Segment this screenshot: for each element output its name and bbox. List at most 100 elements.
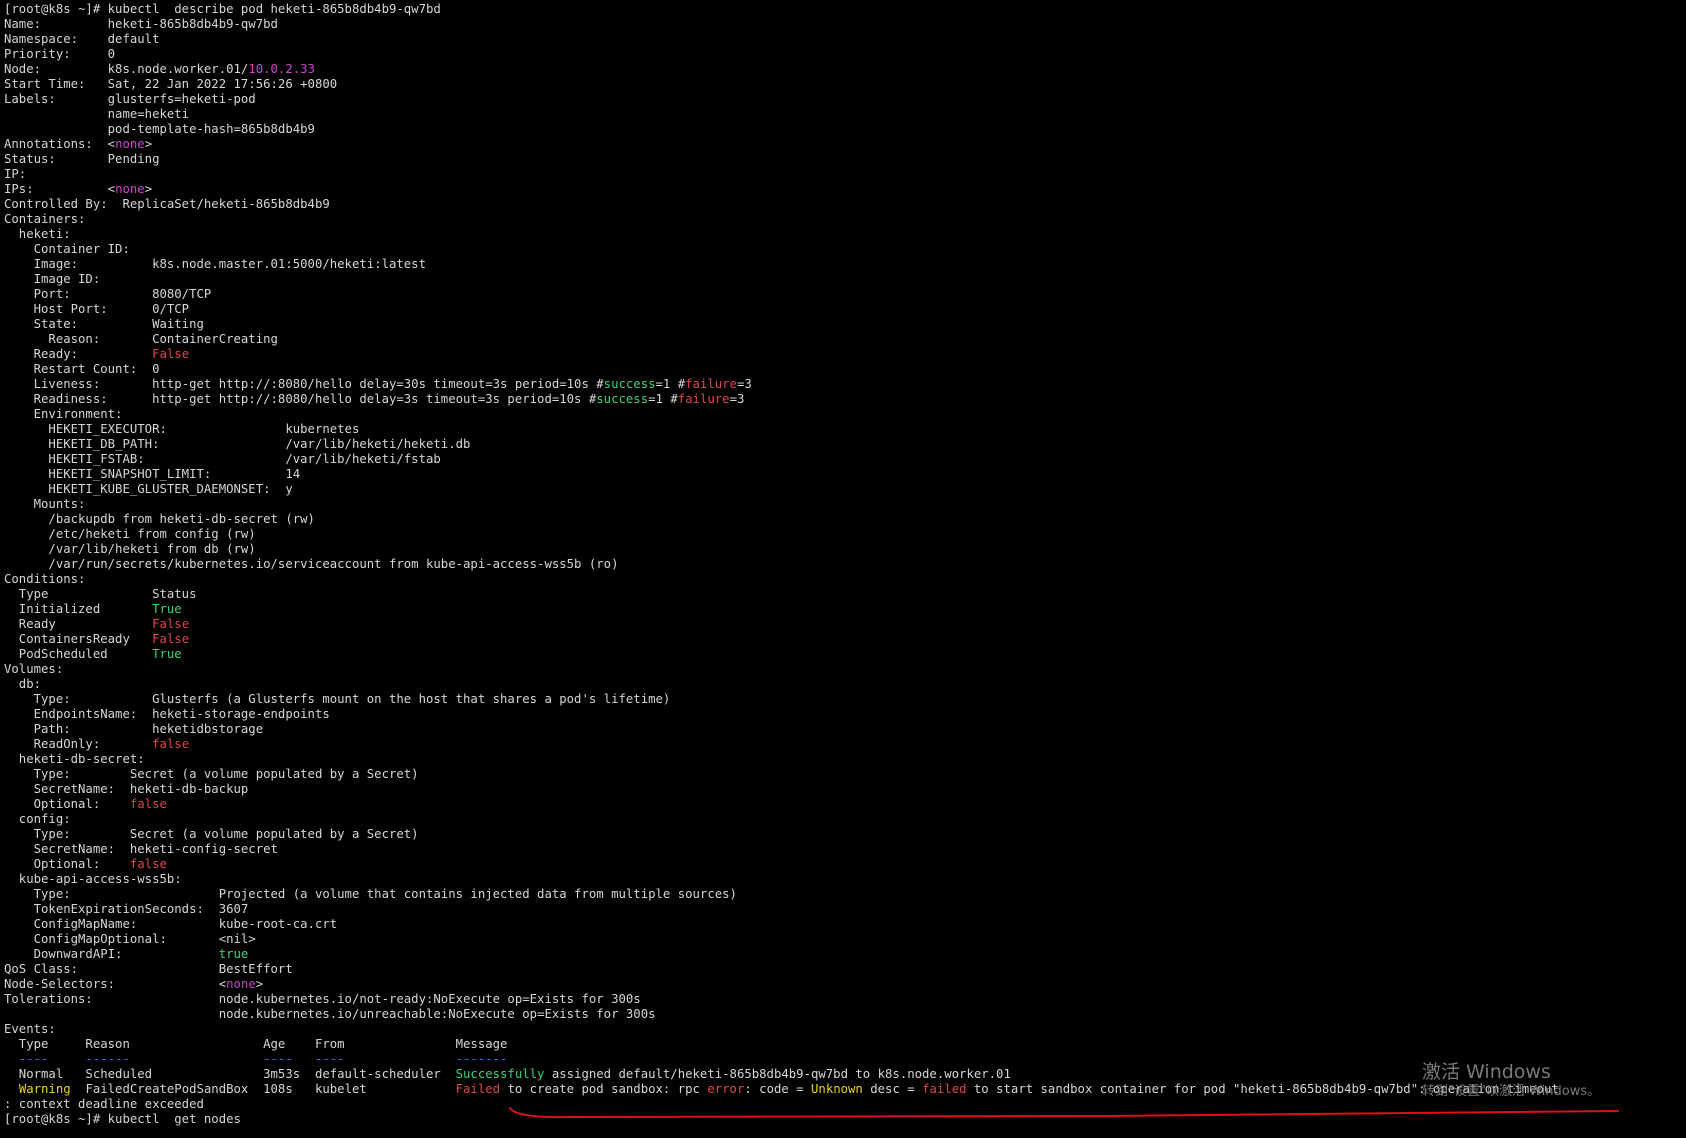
terminal-text-segment: /etc/heketi from config (rw) [4, 527, 256, 541]
terminal-line: Volumes: [4, 662, 1686, 677]
terminal-text-segment: Type Status [4, 587, 197, 601]
terminal-text-segment: success [596, 392, 649, 406]
terminal-line: IP: [4, 167, 1686, 182]
terminal-line: Type Reason Age From Message [4, 1037, 1686, 1052]
terminal-line: Mounts: [4, 497, 1686, 512]
terminal-text-segment: Readiness: http-get http://:8080/hello d… [4, 392, 597, 406]
terminal-line: heketi-db-secret: [4, 752, 1686, 767]
terminal-text-segment: Conditions: [4, 572, 86, 586]
terminal-text-segment: Container ID: [4, 242, 130, 256]
terminal-line: heketi: [4, 227, 1686, 242]
terminal-line: Environment: [4, 407, 1686, 422]
terminal-text-segment: ConfigMapOptional: <nil> [4, 932, 256, 946]
terminal-text-segment: HEKETI_FSTAB: /var/lib/heketi/fstab [4, 452, 441, 466]
terminal-line: ConfigMapOptional: <nil> [4, 932, 1686, 947]
terminal-line: Start Time: Sat, 22 Jan 2022 17:56:26 +0… [4, 77, 1686, 92]
terminal-text-segment: Labels: glusterfs=heketi-pod [4, 92, 256, 106]
terminal-text-segment: Events: [4, 1022, 56, 1036]
terminal-line: EndpointsName: heketi-storage-endpoints [4, 707, 1686, 722]
terminal-line: Initialized True [4, 602, 1686, 617]
terminal-text-segment: Start Time: Sat, 22 Jan 2022 17:56:26 +0… [4, 77, 338, 91]
terminal-text-segment: EndpointsName: heketi-storage-endpoints [4, 707, 330, 721]
terminal-text-segment: SecretName: heketi-config-secret [4, 842, 278, 856]
terminal-text-segment: /var/run/secrets/kubernetes.io/serviceac… [4, 557, 619, 571]
terminal-line: Image: k8s.node.master.01:5000/heketi:la… [4, 257, 1686, 272]
terminal-text-segment: Ready: [4, 347, 153, 361]
terminal-text-segment: Type: Glusterfs (a Glusterfs mount on th… [4, 692, 671, 706]
terminal-text-segment: kube-api-access-wss5b: [4, 872, 182, 886]
terminal-text-segment: Optional: [4, 797, 130, 811]
terminal-line: Annotations: <none> [4, 137, 1686, 152]
terminal-text-segment: none [115, 182, 145, 196]
terminal-text-segment: false [152, 737, 190, 751]
terminal-line: /etc/heketi from config (rw) [4, 527, 1686, 542]
terminal-line: Host Port: 0/TCP [4, 302, 1686, 317]
terminal-text-segment: State: Waiting [4, 317, 204, 331]
terminal-line: Node: k8s.node.worker.01/10.0.2.33 [4, 62, 1686, 77]
terminal-text-segment: failure [677, 392, 730, 406]
terminal-line: Conditions: [4, 572, 1686, 587]
underline-stroke [509, 1107, 1619, 1119]
terminal-text-segment: 10.0.2.33 [248, 62, 315, 76]
terminal-text-segment: : code = [744, 1082, 812, 1096]
terminal-text-segment: HEKETI_KUBE_GLUSTER_DAEMONSET: y [4, 482, 293, 496]
terminal-text-segment: > [144, 182, 153, 196]
terminal-line: Type: Secret (a volume populated by a Se… [4, 767, 1686, 782]
terminal-text-segment: =1 # [648, 392, 678, 406]
terminal-text-segment: /backupdb from heketi-db-secret (rw) [4, 512, 315, 526]
terminal-text-segment: Environment: [4, 407, 123, 421]
terminal-text-segment: HEKETI_SNAPSHOT_LIMIT: 14 [4, 467, 301, 481]
terminal-text-segment: Name: heketi-865b8db4b9-qw7bd [4, 17, 278, 31]
terminal-text-segment: DownwardAPI: [4, 947, 219, 961]
terminal-line: Path: heketidbstorage [4, 722, 1686, 737]
terminal-text-segment: db: [4, 677, 42, 691]
terminal-line: TokenExpirationSeconds: 3607 [4, 902, 1686, 917]
terminal-text-segment: Ready [4, 617, 153, 631]
terminal-line: QoS Class: BestEffort [4, 962, 1686, 977]
terminal-text-segment: HEKETI_DB_PATH: /var/lib/heketi/heketi.d… [4, 437, 471, 451]
terminal-line: HEKETI_KUBE_GLUSTER_DAEMONSET: y [4, 482, 1686, 497]
terminal-line: Tolerations: node.kubernetes.io/not-read… [4, 992, 1686, 1007]
terminal-text-segment: Optional: [4, 857, 130, 871]
terminal-text-segment: > [144, 137, 153, 151]
terminal-line: Liveness: http-get http://:8080/hello de… [4, 377, 1686, 392]
terminal-line: HEKETI_FSTAB: /var/lib/heketi/fstab [4, 452, 1686, 467]
terminal-text-segment: True [152, 602, 182, 616]
terminal-text-segment: Reason: ContainerCreating [4, 332, 278, 346]
terminal-line: IPs: <none> [4, 182, 1686, 197]
terminal-text-segment: Tolerations: node.kubernetes.io/not-read… [4, 992, 641, 1006]
terminal-text-segment: to create pod sandbox: rpc [500, 1082, 708, 1096]
terminal-text-segment: False [152, 632, 190, 646]
terminal-line: ContainersReady False [4, 632, 1686, 647]
terminal-line: Events: [4, 1022, 1686, 1037]
terminal-text-segment: Annotations: < [4, 137, 116, 151]
terminal-line: Name: heketi-865b8db4b9-qw7bd [4, 17, 1686, 32]
terminal-text-segment: : context deadline exceeded [4, 1097, 204, 1111]
terminal-line: ReadOnly: false [4, 737, 1686, 752]
terminal-text-segment: true [218, 947, 249, 961]
terminal-text-segment: Failed [455, 1082, 501, 1096]
terminal-text-segment: Type Reason Age From Message [4, 1037, 508, 1051]
terminal-line: node.kubernetes.io/unreachable:NoExecute… [4, 1007, 1686, 1022]
terminal-text-segment: Node-Selectors: < [4, 977, 227, 991]
terminal-line: pod-template-hash=865b8db4b9 [4, 122, 1686, 137]
terminal-text-segment: Warning [18, 1082, 71, 1096]
terminal-line: HEKETI_SNAPSHOT_LIMIT: 14 [4, 467, 1686, 482]
terminal-line: Image ID: [4, 272, 1686, 287]
terminal-text-segment: /var/lib/heketi from db (rw) [4, 542, 256, 556]
terminal-text-segment: assigned default/heketi-865b8db4b9-qw7bd… [544, 1067, 1011, 1081]
terminal-text-segment: =1 # [655, 377, 686, 391]
watermark-title: 激活 Windows [1422, 1061, 1551, 1083]
terminal-line: Readiness: http-get http://:8080/hello d… [4, 392, 1686, 407]
terminal-output[interactable]: [root@k8s ~]# kubectl describe pod heket… [4, 0, 1686, 1138]
terminal-text-segment: HEKETI_EXECUTOR: kubernetes [4, 422, 360, 436]
terminal-line: Optional: false [4, 797, 1686, 812]
terminal-text-segment: Restart Count: 0 [4, 362, 160, 376]
terminal-text-segment: Initialized [4, 602, 153, 616]
terminal-text-segment: Normal Scheduled 3m53s default-scheduler [4, 1067, 456, 1081]
terminal-text-segment: ConfigMapName: kube-root-ca.crt [4, 917, 338, 931]
terminal-text-segment: Type: Secret (a volume populated by a Se… [4, 827, 419, 841]
terminal-line: Type: Projected (a volume that contains … [4, 887, 1686, 902]
terminal-text-segment: True [152, 647, 182, 661]
